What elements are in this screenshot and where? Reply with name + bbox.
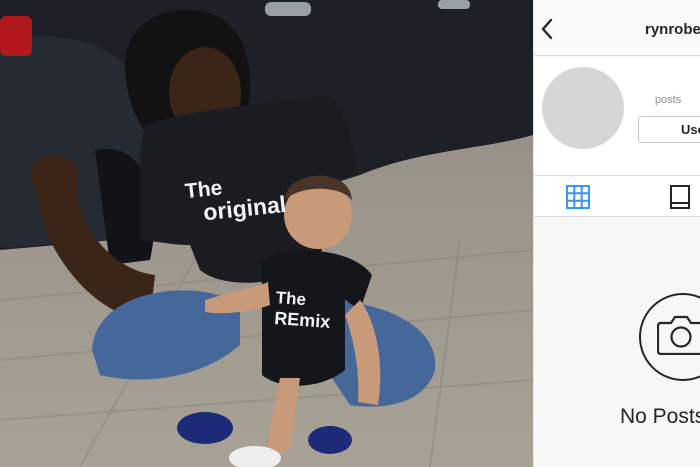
profile-action-button[interactable]: Use <box>638 116 700 143</box>
tab-grid[interactable] <box>558 176 598 216</box>
profile-photo: The original The REmix <box>0 0 533 467</box>
profile-summary: posts Use <box>534 57 700 175</box>
instagram-profile-panel: rynrobe posts Use <box>533 0 700 467</box>
car-taillight <box>0 16 32 56</box>
avatar <box>542 67 624 149</box>
tab-single-post[interactable] <box>661 176 700 216</box>
empty-state-title: No Posts <box>620 405 700 428</box>
profile-tabs <box>534 175 700 217</box>
photo-scene <box>0 0 533 467</box>
mother-shoe-right <box>308 426 352 454</box>
grid-icon <box>566 185 590 209</box>
car-door-handle <box>265 2 311 16</box>
mother-shoe-left <box>177 412 233 444</box>
profile-username: rynrobe <box>645 21 700 38</box>
profile-header: rynrobe <box>534 0 700 56</box>
empty-posts-state: No Posts <box>534 217 700 467</box>
camera-circle <box>639 293 700 381</box>
camera-icon <box>657 315 700 355</box>
child-arm-left <box>205 282 270 314</box>
child-shirt-text-line2: REmix <box>273 308 331 332</box>
chevron-left-icon[interactable] <box>540 18 554 40</box>
single-post-icon <box>670 185 690 209</box>
posts-stat-label: posts <box>655 94 682 106</box>
